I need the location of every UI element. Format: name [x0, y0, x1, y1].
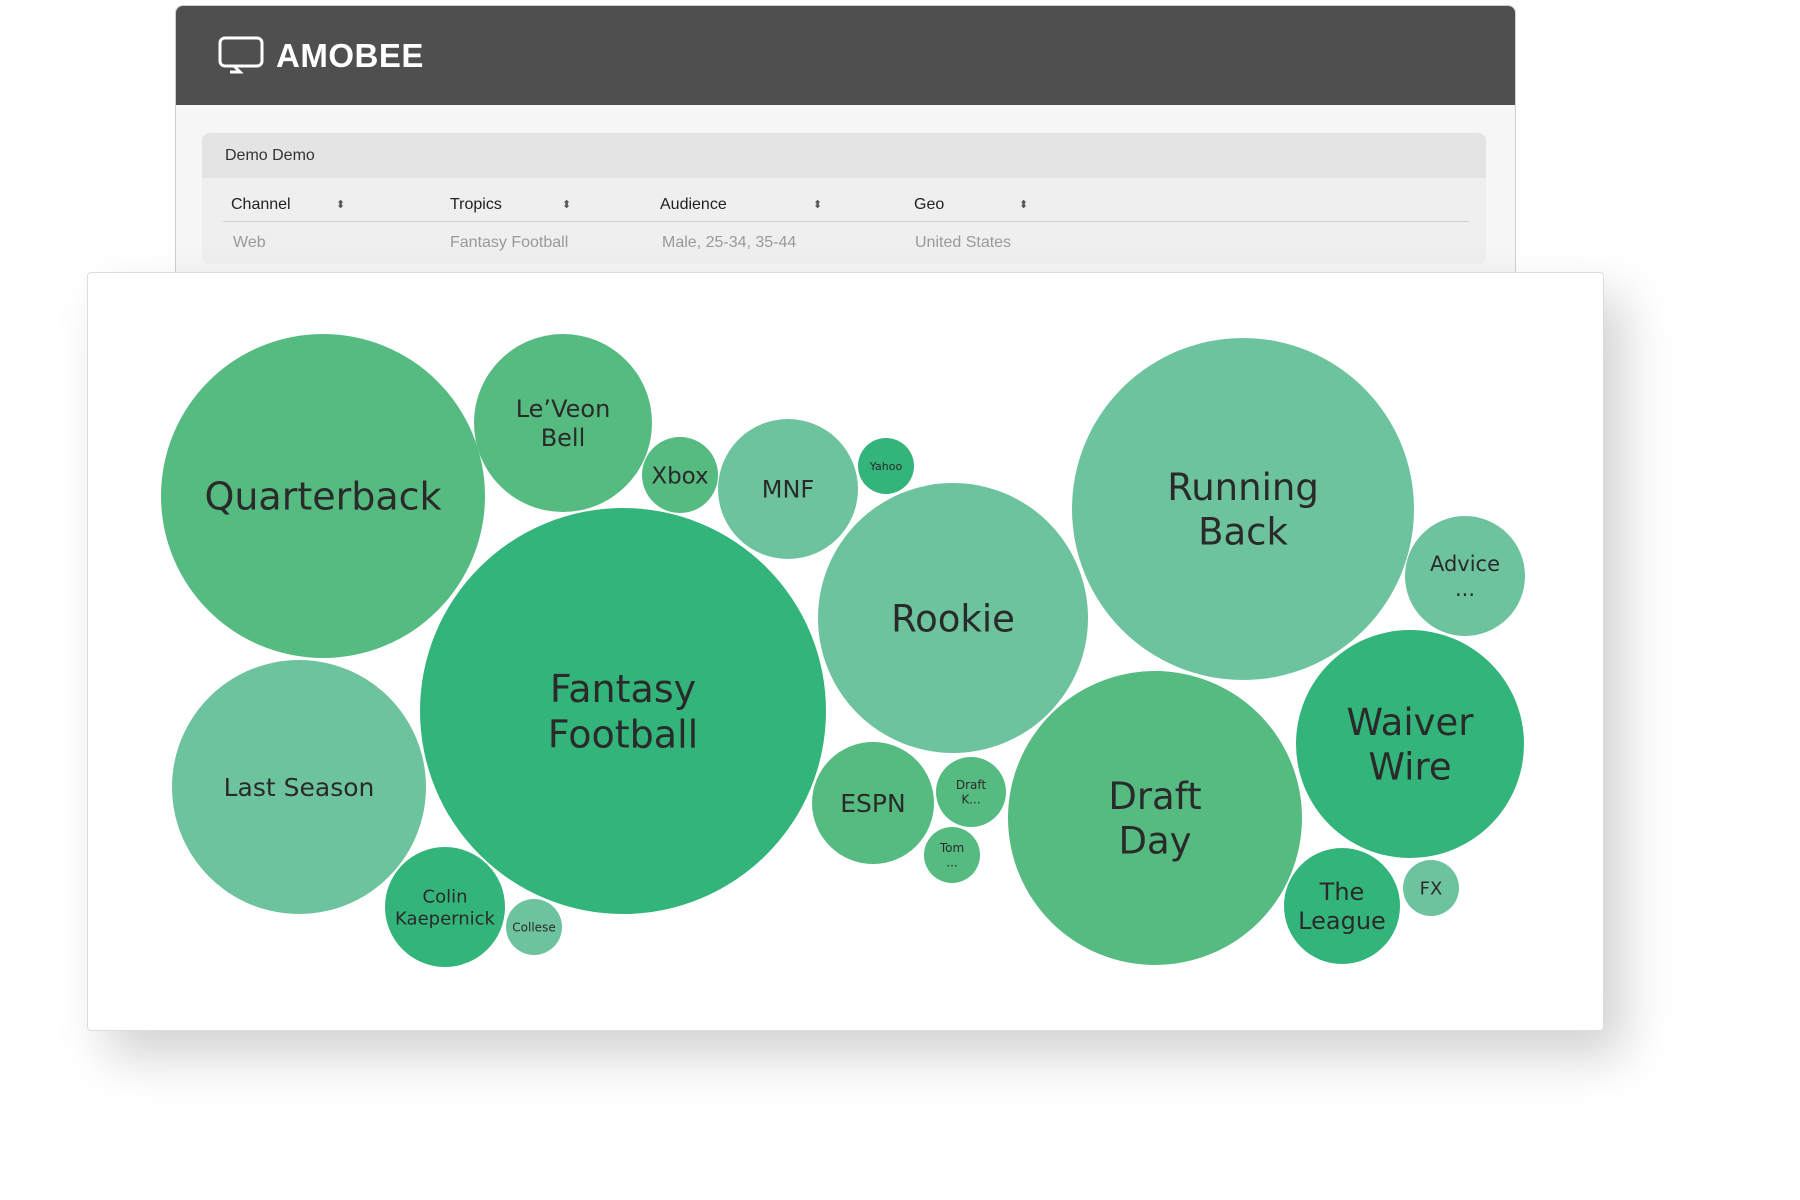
bubble-label: Kaepernick [395, 908, 495, 929]
sort-icon[interactable]: ⬍ [562, 196, 571, 214]
bubble-label: League [1298, 907, 1386, 935]
bubble-label: Xbox [651, 463, 708, 489]
bubble-label: ESPN [840, 789, 905, 818]
sort-icon[interactable]: ⬍ [336, 196, 345, 214]
bubble-label: Yahoo [869, 460, 903, 473]
column-header-channel[interactable]: Channel [231, 196, 291, 214]
bubble-colin-kaepernick[interactable]: ColinKaepernick [385, 847, 505, 967]
bubble-label: ... [1455, 577, 1475, 601]
bubble-label: Back [1198, 511, 1288, 554]
bubble-fx[interactable]: FX [1403, 860, 1459, 916]
bubble-label: K... [961, 793, 980, 807]
bubble-label: Draft [956, 778, 987, 792]
bubble-xbox[interactable]: Xbox [642, 437, 718, 513]
bubble-mnf[interactable]: MNF [718, 419, 858, 559]
top-bar: AMOBEE [176, 6, 1515, 105]
divider [223, 221, 1469, 222]
bubble-label: Rookie [891, 597, 1015, 640]
geo-value: United States [915, 234, 1012, 251]
channel-value: Web [233, 234, 266, 251]
bubble-espn[interactable]: ESPN [812, 742, 934, 864]
bubble-quarterback[interactable]: Quarterback [161, 334, 485, 658]
bubble-circle[interactable] [1405, 516, 1525, 636]
bubble-collese[interactable]: Collese [506, 899, 562, 955]
bubble-label: Advice [1430, 552, 1500, 576]
bubble-the-league[interactable]: TheLeague [1284, 848, 1400, 964]
bubble-rookie[interactable]: Rookie [818, 483, 1088, 753]
bubble-label: Last Season [224, 773, 375, 802]
column-header-audience[interactable]: Audience [660, 196, 727, 214]
bubble-label: Fantasy [550, 667, 696, 711]
bubble-label: Waiver [1346, 701, 1474, 744]
bubble-last-season[interactable]: Last Season [172, 660, 426, 914]
app-window: AMOBEE Demo Demo Channel ⬍ Tropics ⬍ Aud… [175, 5, 1516, 297]
bubble-yahoo[interactable]: Yahoo [858, 438, 914, 494]
brand-logo[interactable]: AMOBEE [218, 36, 424, 76]
bubble-advice[interactable]: Advice... [1405, 516, 1525, 636]
bubble-label: MNF [762, 476, 814, 504]
filter-panel: Demo Demo Channel ⬍ Tropics ⬍ Audience ⬍… [202, 133, 1486, 264]
bubble-label: FX [1420, 878, 1443, 899]
bubble-label: Tom [939, 841, 964, 855]
bubble-label: ... [946, 856, 957, 870]
bubble-label: Colin [423, 887, 468, 908]
column-header-tropics[interactable]: Tropics [450, 196, 502, 214]
bubble-label: Draft [1108, 775, 1201, 818]
bubble-chart-card: Quarterback Le’Veon Bell Xbox MNF Yahoo Fantas… [87, 272, 1604, 1031]
brand-name: AMOBEE [276, 37, 424, 74]
sort-icon[interactable]: ⬍ [813, 196, 822, 214]
bubble-label: Le’Veon [516, 395, 611, 423]
tropics-value: Fantasy Football [450, 234, 569, 251]
bubble-label: Day [1118, 820, 1191, 863]
bubble-chart: QuarterbackLe’VeonBellXbox MNFYahooFantas… [161, 334, 1525, 967]
audience-value: Male, 25-34, 35-44 [662, 234, 797, 251]
bubble-le-veon-bell[interactable]: Le’VeonBell [474, 334, 652, 512]
bubble-draft-k[interactable]: DraftK... [936, 757, 1006, 827]
bubble-label: Collese [512, 920, 555, 934]
bubble-running-back[interactable]: RunningBack [1072, 338, 1414, 680]
bubble-fantasy-football[interactable]: FantasyFootball [420, 508, 826, 914]
bubble-label: Running [1167, 466, 1319, 509]
bubble-waiver-wire[interactable]: WaiverWire [1296, 630, 1524, 858]
bubble-label: Quarterback [204, 475, 441, 519]
bubble-label: Football [548, 712, 698, 756]
bubble-draft-day[interactable]: DraftDay [1008, 671, 1302, 965]
bubble-circle[interactable] [420, 508, 826, 914]
bubble-label: Bell [541, 424, 586, 452]
bubble-label: The [1319, 878, 1365, 906]
monitor-icon [218, 36, 264, 74]
bubble-label: Wire [1368, 746, 1451, 789]
bubble-tom[interactable]: Tom... [924, 827, 980, 883]
panel-title: Demo Demo [202, 133, 1486, 178]
column-header-geo[interactable]: Geo [914, 196, 944, 214]
sort-icon[interactable]: ⬍ [1019, 196, 1028, 214]
